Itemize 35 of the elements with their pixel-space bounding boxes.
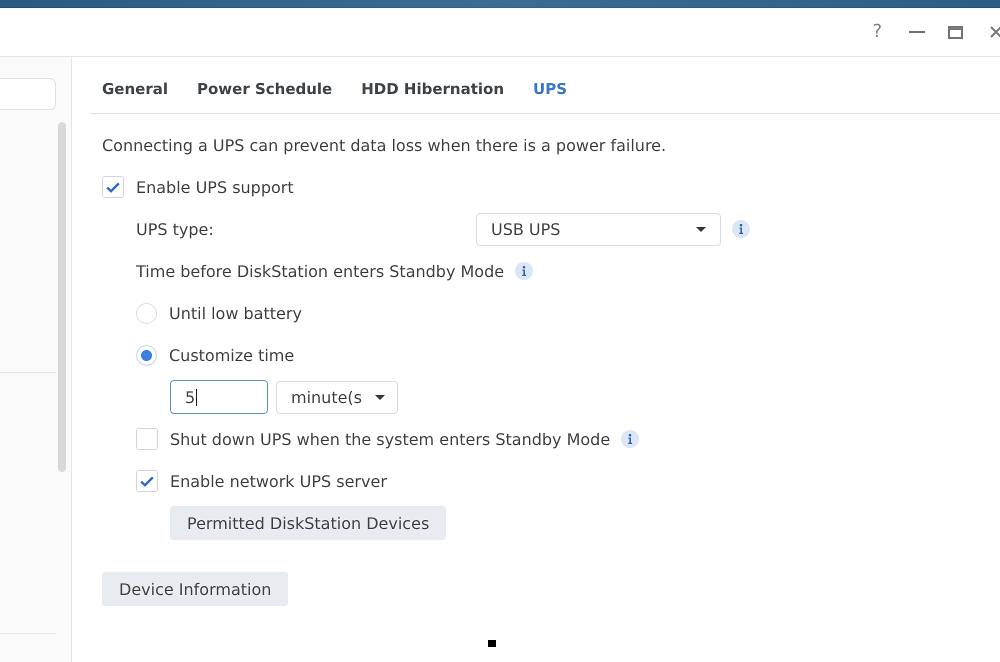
tab[interactable]: General (102, 79, 168, 113)
field-label: UPS type: (136, 220, 215, 238)
search-field[interactable] (0, 78, 56, 110)
info-icon[interactable] (621, 430, 640, 448)
dropdown[interactable]: USB UPS (476, 212, 721, 246)
number-input[interactable]: 5 (170, 380, 268, 414)
help-button[interactable]: ? (872, 20, 882, 44)
checkmark-icon (140, 476, 154, 486)
info-icon[interactable] (515, 262, 534, 280)
checkbox[interactable] (136, 470, 158, 492)
tab[interactable]: HDD Hibernation (361, 79, 504, 113)
info-icon[interactable] (732, 220, 750, 238)
option-label: Shut down UPS when the system enters Standby Mode (170, 430, 610, 448)
device-information-button[interactable]: Device Information (102, 572, 288, 606)
description-text: Connecting a UPS can prevent data loss when there is a power failure. (102, 136, 666, 154)
option-label: Enable UPS support (136, 178, 294, 196)
tab[interactable]: UPS (533, 79, 567, 113)
tab[interactable]: Power Schedule (197, 79, 332, 113)
scrollbar[interactable] (58, 122, 66, 472)
radio-button[interactable] (136, 302, 157, 324)
option-label: Enable network UPS server (170, 472, 387, 490)
checkbox[interactable] (102, 176, 124, 198)
caret-icon (696, 226, 706, 232)
dropdown[interactable]: minute(s (276, 380, 398, 414)
checkmark-icon (106, 182, 120, 192)
option-label: Customize time (169, 346, 294, 364)
option-label: Time before DiskStation enters Standby Mode (136, 262, 504, 280)
action-button[interactable]: Permitted DiskStation Devices (170, 506, 446, 540)
checkbox[interactable] (136, 428, 158, 450)
option-label: Until low battery (169, 304, 302, 322)
square-icon (488, 640, 496, 647)
caret-icon (375, 394, 385, 400)
maximize-icon[interactable] (948, 26, 963, 38)
radio-button[interactable] (136, 344, 157, 366)
close-icon[interactable] (990, 26, 1000, 38)
